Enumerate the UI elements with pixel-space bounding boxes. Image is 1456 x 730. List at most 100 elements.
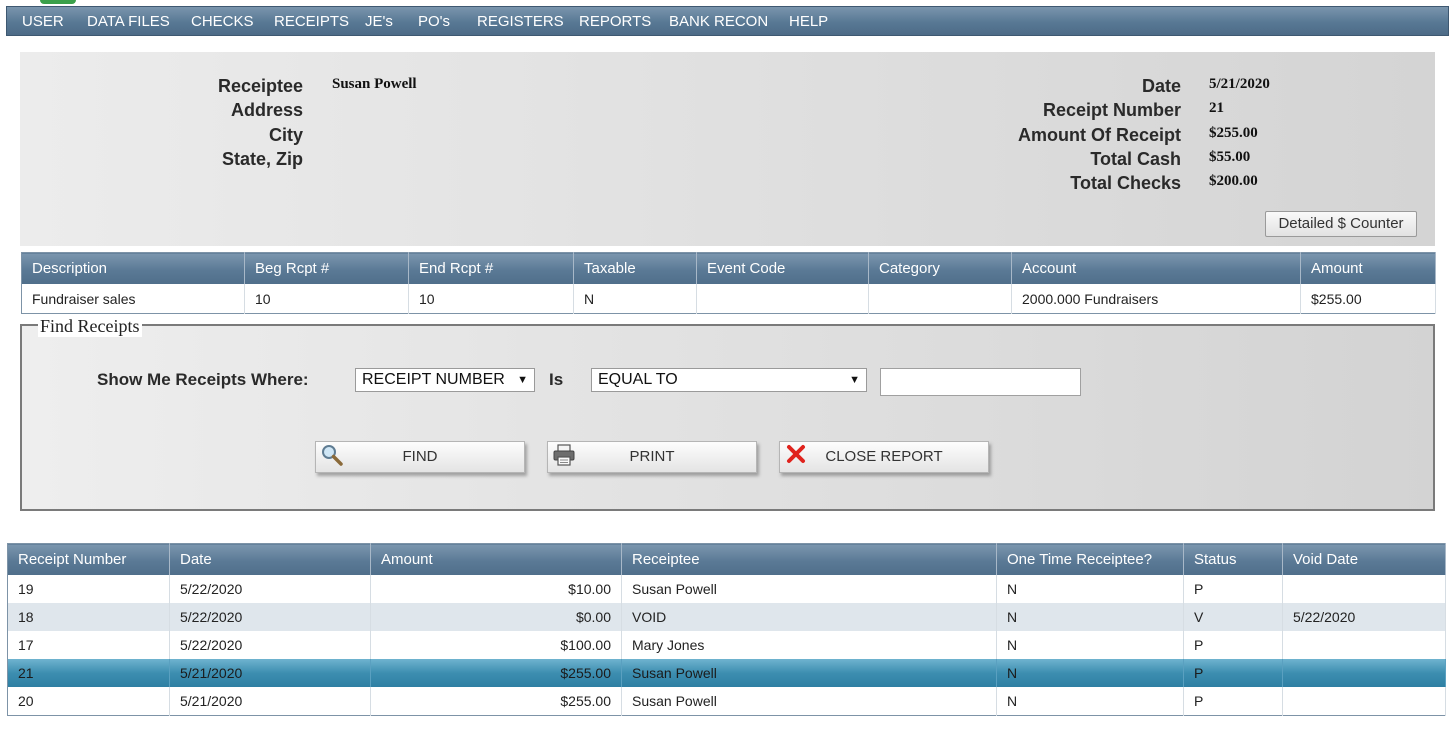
operator-select-value: EQUAL TO [598,371,678,388]
print-button[interactable]: PRINT [547,441,757,473]
cell-void-date [1282,631,1446,659]
cell-status: P [1183,631,1283,659]
total-cash-value: $55.00 [1209,149,1251,165]
receipts-results-table: Receipt Number Date Amount Receiptee One… [7,543,1446,716]
table-row[interactable]: 19 5/22/2020 $10.00 Susan Powell N P [7,575,1446,603]
col-description[interactable]: Description [21,252,245,284]
address-label: Address [230,100,303,120]
col-account[interactable]: Account [1011,252,1301,284]
cell-receipt-number: 19 [7,575,170,603]
print-button-label: PRINT [629,448,675,465]
cell-status: P [1183,575,1283,603]
col-status[interactable]: Status [1183,543,1283,575]
menu-data-files[interactable]: DATA FILES [87,13,170,30]
detail-category [868,284,1012,314]
field-select[interactable]: RECEIPT NUMBER ▼ [355,368,535,392]
col-beg-rcpt[interactable]: Beg Rcpt # [244,252,409,284]
cell-amount: $255.00 [370,687,622,716]
table-row[interactable]: 18 5/22/2020 $0.00 VOID N V 5/22/2020 [7,603,1446,631]
cell-amount: $255.00 [370,659,622,687]
receipt-number-value: 21 [1209,100,1224,116]
cell-date: 5/22/2020 [169,603,371,631]
cell-receipt-number: 18 [7,603,170,631]
magnifier-icon [322,445,343,466]
receipt-detail-table: Description Beg Rcpt # End Rcpt # Taxabl… [21,252,1436,314]
cell-receipt-number: 21 [7,659,170,687]
table-row-selected[interactable]: 21 5/21/2020 $255.00 Susan Powell N P [7,659,1446,687]
detail-end-rcpt: 10 [408,284,574,314]
chevron-down-icon: ▼ [849,374,860,386]
cell-date: 5/22/2020 [169,575,371,603]
cell-receiptee: Susan Powell [621,575,997,603]
date-label: Date [1141,76,1181,96]
cell-status: P [1183,659,1283,687]
table-row[interactable]: 17 5/22/2020 $100.00 Mary Jones N P [7,631,1446,659]
cell-date: 5/21/2020 [169,659,371,687]
find-button-label: FIND [402,448,438,465]
menu-jes[interactable]: JE's [365,13,393,30]
menu-help[interactable]: HELP [789,13,828,30]
col-date[interactable]: Date [169,543,371,575]
detail-taxable: N [573,284,697,314]
cell-one-time: N [996,603,1184,631]
cell-amount: $0.00 [370,603,622,631]
detail-description: Fundraiser sales [21,284,245,314]
close-report-button-label: CLOSE REPORT [825,448,943,465]
col-void-date[interactable]: Void Date [1282,543,1446,575]
cell-void-date: 5/22/2020 [1282,603,1446,631]
cell-receiptee: Mary Jones [621,631,997,659]
total-checks-value: $200.00 [1209,173,1258,189]
receipt-header-panel: Receiptee Susan Powell Address City Stat… [20,52,1435,246]
amount-of-receipt-value: $255.00 [1209,125,1258,141]
col-one-time-receiptee[interactable]: One Time Receiptee? [996,543,1184,575]
results-header-row: Receipt Number Date Amount Receiptee One… [7,543,1446,575]
col-category[interactable]: Category [868,252,1012,284]
find-receipts-box: Find Receipts Show Me Receipts Where: RE… [20,316,1435,511]
menu-receipts[interactable]: RECEIPTS [274,13,349,30]
cell-void-date [1282,687,1446,716]
detailed-counter-button[interactable]: Detailed $ Counter [1265,211,1417,237]
field-select-value: RECEIPT NUMBER [362,371,505,388]
cell-date: 5/22/2020 [169,631,371,659]
app-logo [40,0,76,4]
cell-one-time: N [996,631,1184,659]
cell-receiptee: Susan Powell [621,687,997,716]
col-taxable[interactable]: Taxable [573,252,697,284]
operator-select[interactable]: EQUAL TO ▼ [591,368,867,392]
cell-status: P [1183,687,1283,716]
cell-receiptee: VOID [621,603,997,631]
cell-amount: $10.00 [370,575,622,603]
menu-user[interactable]: USER [22,13,64,30]
close-report-button[interactable]: CLOSE REPORT [779,441,989,473]
table-row[interactable]: 20 5/21/2020 $255.00 Susan Powell N P [7,687,1446,716]
col-event-code[interactable]: Event Code [696,252,869,284]
col-end-rcpt[interactable]: End Rcpt # [408,252,574,284]
city-label: City [268,125,303,145]
total-cash-label: Total Cash [1090,149,1181,169]
receiptee-label: Receiptee [217,76,303,96]
menu-checks[interactable]: CHECKS [191,13,254,30]
menu-registers[interactable]: REGISTERS [477,13,564,30]
col-amount[interactable]: Amount [370,543,622,575]
detail-event-code [696,284,869,314]
menu-bank-recon[interactable]: BANK RECON [669,13,768,30]
search-value-input[interactable] [880,368,1081,396]
date-value: 5/21/2020 [1209,76,1270,92]
detail-beg-rcpt: 10 [244,284,409,314]
show-me-label: Show Me Receipts Where: [97,370,309,389]
chevron-down-icon: ▼ [517,374,528,386]
cell-void-date [1282,575,1446,603]
cell-status: V [1183,603,1283,631]
is-label: Is [549,370,564,389]
col-receipt-number[interactable]: Receipt Number [7,543,170,575]
col-amount[interactable]: Amount [1300,252,1436,284]
state-zip-label: State, Zip [221,149,303,169]
menu-reports[interactable]: REPORTS [579,13,651,30]
detail-amount: $255.00 [1300,284,1436,314]
find-receipts-legend: Find Receipts [38,316,142,337]
receiptee-value: Susan Powell [332,76,417,92]
col-receiptee[interactable]: Receiptee [621,543,997,575]
detail-row[interactable]: Fundraiser sales 10 10 N 2000.000 Fundra… [21,284,1436,314]
find-button[interactable]: FIND [315,441,525,473]
menu-pos[interactable]: PO's [418,13,450,30]
